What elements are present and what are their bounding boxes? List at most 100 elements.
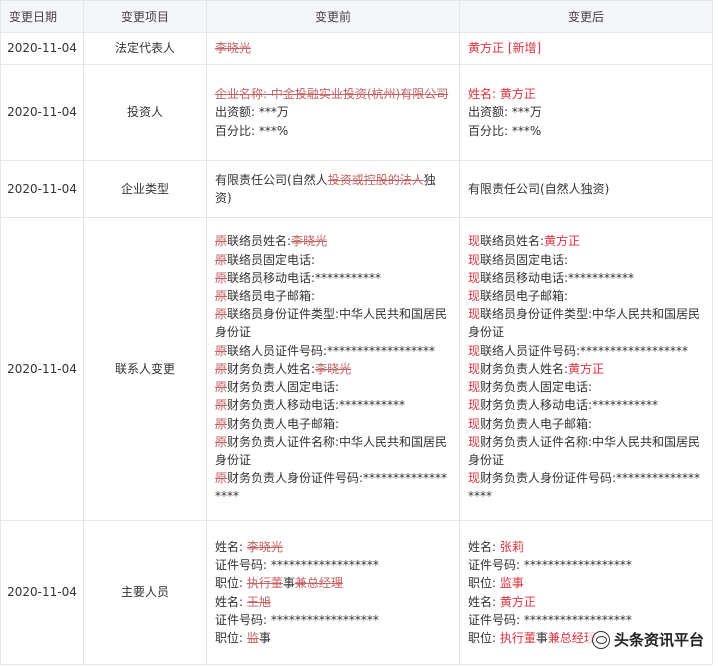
before-line: 原财务负责人电子邮箱:: [215, 415, 451, 433]
added-text: 姓名:: [468, 87, 500, 102]
removed-text: 原: [215, 361, 228, 376]
before-line: 原财务负责人身份证件号码:******************: [215, 469, 451, 505]
text: 姓名:: [468, 594, 500, 609]
text: 财务负责人证件名称:中华人民共和国居民身份证: [215, 434, 448, 467]
removed-text: 原: [215, 380, 228, 395]
text: 有限责任公司(自然人: [215, 172, 328, 187]
text: 姓名:: [215, 539, 247, 554]
header-before: 变更前: [206, 0, 460, 33]
after-line: 现联络人员证件号码:******************: [468, 342, 704, 360]
removed-text: 执行董: [246, 576, 283, 591]
added-text: 现: [468, 416, 481, 431]
text: 百分比: ***%: [468, 123, 542, 138]
before-line: 原联络员电子邮箱:: [215, 287, 451, 305]
change-date: 2020-11-04: [0, 520, 84, 665]
after-line: 出资额: ***万: [468, 103, 704, 121]
after-line: 现财务负责人移动电话:***********: [468, 396, 704, 414]
change-record-table: 变更日期 变更项目 变更前 变更后 2020-11-04 法定代表人 李晓光 黄方正 …: [0, 0, 713, 665]
removed-text: 李晓光: [215, 41, 252, 56]
header-after: 变更后: [459, 0, 713, 33]
text: 联络员姓名:: [480, 234, 545, 249]
added-text: 黄方正: [499, 87, 536, 102]
added-text: 黄方正: [499, 594, 536, 609]
added-text: 现: [468, 270, 481, 285]
text: 职位:: [215, 576, 247, 591]
value-after: 现联络员姓名:黄方正 现联络员固定电话: 现联络员移动电话:*********** 现…: [459, 217, 713, 521]
removed-text: 兼总经理: [294, 576, 343, 591]
after-line: 职位: 监事: [468, 574, 704, 592]
before-line: 百分比: ***%: [215, 122, 451, 140]
after-line: 现联络员身份证件类型:中华人民共和国居民身份证: [468, 305, 704, 341]
after-line: 姓名: 黄方正: [468, 593, 704, 611]
before-line: 姓名: 李晓光: [215, 538, 451, 556]
text: 联络员电子邮箱:: [480, 289, 569, 304]
after-line: 现财务负责人固定电话:: [468, 378, 704, 396]
added-text: 现: [468, 252, 481, 267]
text: 事: [282, 576, 295, 591]
added-text: 黄方正: [568, 361, 605, 376]
text: 职位:: [468, 630, 500, 645]
text: 联络人员证件号码:******************: [227, 343, 436, 358]
text: 联络员固定电话:: [480, 252, 569, 267]
text: 财务负责人证件名称:中华人民共和国居民身份证: [468, 434, 701, 467]
before-line: 有限责任公司(自然人投资或控股的法人独资): [215, 171, 451, 207]
removed-text: 原: [215, 289, 228, 304]
removed-text: 监: [246, 630, 259, 645]
added-text: 现: [468, 343, 481, 358]
text: 财务负责人固定电话:: [227, 380, 340, 395]
after-line: 现联络员电子邮箱:: [468, 287, 704, 305]
added-text: 执行董: [499, 630, 536, 645]
added-text: 监事: [499, 576, 524, 591]
watermark: 头条资讯平台: [587, 627, 708, 652]
after-line: 现财务负责人证件名称:中华人民共和国居民身份证: [468, 433, 704, 469]
text: 财务负责人姓名:: [227, 361, 316, 376]
value-before: 李晓光: [206, 32, 460, 65]
before-line: 姓名: 王旭: [215, 593, 451, 611]
before-line: 原财务负责人证件名称:中华人民共和国居民身份证: [215, 433, 451, 469]
before-line: 原联络人员证件号码:******************: [215, 342, 451, 360]
change-item: 企业类型: [83, 160, 207, 218]
watermark-text: 头条资讯平台: [613, 631, 704, 649]
text: 职位:: [468, 576, 500, 591]
after-line: 现联络员移动电话:***********: [468, 269, 704, 287]
table-row: 2020-11-04 法定代表人 李晓光 黄方正 [新增]: [0, 32, 713, 65]
text: 事: [258, 630, 271, 645]
removed-text: 李晓光: [291, 234, 328, 249]
text: 联络员电子邮箱:: [227, 289, 316, 304]
value-after: 黄方正 [新增]: [459, 32, 713, 65]
added-text: 现: [468, 398, 481, 413]
table-row: 2020-11-04 投资人 企业名称: 中金投融实业投资(杭州)有限公司 出资额: …: [0, 64, 713, 161]
after-line: 姓名: 张莉: [468, 538, 704, 556]
text: 财务负责人身份证件号码:******************: [215, 471, 448, 504]
removed-text: 企业名称: 中金投融实业投资(杭州)有限公司: [215, 87, 449, 102]
text: 证件号码: ******************: [215, 612, 379, 627]
before-line: 证件号码: ******************: [215, 611, 451, 629]
table-header-row: 变更日期 变更项目 变更前 变更后: [0, 0, 713, 33]
text: 联络员移动电话:***********: [227, 270, 382, 285]
after-line: 有限责任公司(自然人独资): [468, 180, 704, 198]
text: 财务负责人姓名:: [480, 361, 569, 376]
added-text: 现: [468, 380, 481, 395]
added-text: 黄方正: [544, 234, 581, 249]
after-line: 姓名: 黄方正: [468, 85, 704, 103]
text: 财务负责人身份证件号码:******************: [468, 471, 701, 504]
removed-text: 王旭: [246, 594, 271, 609]
added-text: 现: [468, 434, 481, 449]
before-line: 原财务负责人移动电话:***********: [215, 396, 451, 414]
text: 财务负责人固定电话:: [480, 380, 593, 395]
removed-text: 原: [215, 307, 228, 322]
text: 姓名:: [468, 539, 500, 554]
change-date: 2020-11-04: [0, 160, 84, 218]
after-line: 百分比: ***%: [468, 122, 704, 140]
header-item: 变更项目: [83, 0, 207, 33]
before-line: 证件号码: ******************: [215, 556, 451, 574]
removed-text: 投资或控股的法人: [327, 172, 424, 187]
before-line: 企业名称: 中金投融实业投资(杭州)有限公司: [215, 85, 451, 103]
before-line: 原财务负责人姓名:李晓光: [215, 360, 451, 378]
before-line: 原联络员姓名:李晓光: [215, 232, 451, 250]
change-date: 2020-11-04: [0, 217, 84, 521]
removed-text: 原: [215, 398, 228, 413]
removed-text: 李晓光: [315, 361, 352, 376]
value-after: 姓名: 黄方正 出资额: ***万 百分比: ***%: [459, 64, 713, 161]
after-line: 现联络员姓名:黄方正: [468, 232, 704, 250]
